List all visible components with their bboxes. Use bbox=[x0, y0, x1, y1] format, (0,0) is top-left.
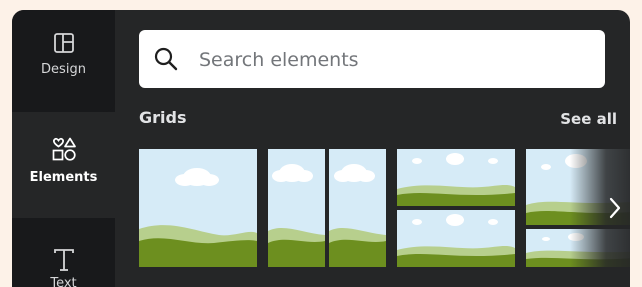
editor-side-panel: Design Elements Text Search elements Gri… bbox=[12, 10, 630, 287]
shapes-icon bbox=[52, 137, 76, 161]
grid-thumbnail-single[interactable] bbox=[139, 149, 257, 267]
grid-thumbnail-two-rows[interactable] bbox=[397, 149, 515, 267]
rail-item-elements[interactable]: Elements bbox=[12, 112, 115, 218]
layout-icon bbox=[53, 33, 74, 53]
search-icon bbox=[154, 47, 178, 71]
rail-item-label: Text bbox=[50, 276, 77, 287]
search-box[interactable] bbox=[139, 30, 605, 88]
text-icon bbox=[53, 249, 74, 271]
elements-panel: Grids See all bbox=[115, 10, 630, 287]
search-input[interactable] bbox=[197, 42, 591, 78]
grids-carousel bbox=[139, 149, 630, 267]
section-title: Grids bbox=[139, 108, 187, 127]
rail-item-label: Design bbox=[41, 62, 86, 77]
rail-item-design[interactable]: Design bbox=[12, 10, 115, 112]
see-all-link[interactable]: See all bbox=[560, 110, 617, 128]
grid-thumbnail-two-columns[interactable] bbox=[268, 149, 386, 267]
rail-item-text[interactable]: Text bbox=[12, 224, 115, 287]
chevron-right-icon[interactable] bbox=[606, 194, 624, 222]
rail-item-label: Elements bbox=[29, 170, 98, 185]
side-nav-rail: Design Elements Text bbox=[12, 10, 115, 287]
